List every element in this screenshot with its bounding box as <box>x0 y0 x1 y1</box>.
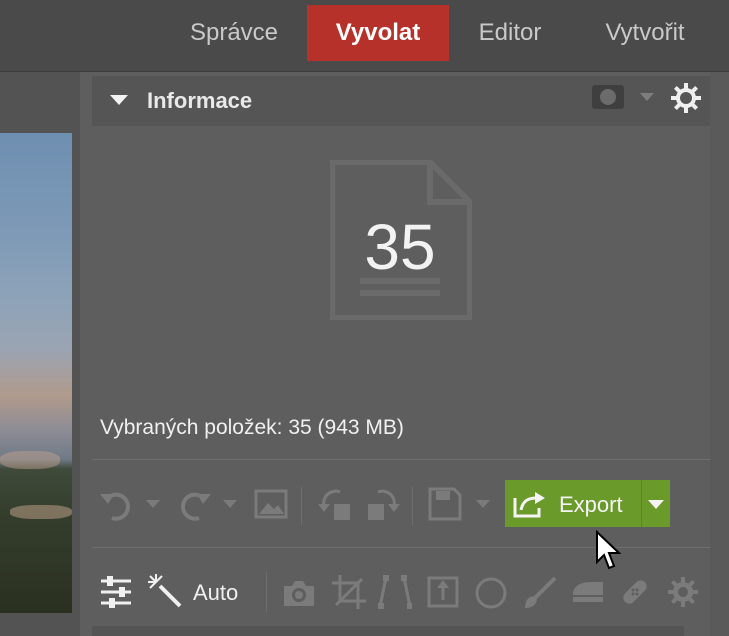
eraser-icon[interactable] <box>571 580 605 606</box>
circle-icon[interactable] <box>474 576 508 610</box>
bandage-icon[interactable] <box>617 574 653 610</box>
tab-vyvolat[interactable]: Vyvolat <box>307 5 449 61</box>
export-label: Export <box>559 492 623 517</box>
tab-vytvorit[interactable]: Vytvořit <box>585 5 705 61</box>
divider <box>92 459 710 460</box>
selected-count: 35 <box>364 211 436 283</box>
toolbar-separator <box>412 487 413 525</box>
collapse-arrow-icon[interactable] <box>110 95 128 105</box>
toolbar-separator <box>301 487 302 525</box>
export-icon <box>513 492 545 518</box>
panel-title: Informace <box>147 88 253 113</box>
tab-spravce[interactable]: Správce <box>172 5 296 61</box>
photo-thumbnail[interactable] <box>0 133 72 613</box>
mouse-cursor-icon <box>596 530 621 570</box>
rotate-left-icon[interactable] <box>318 486 354 522</box>
selection-summary: Vybraných položek: 35 (943 MB) <box>100 416 404 439</box>
photo-cloud <box>10 505 72 519</box>
crop-icon[interactable] <box>332 575 366 609</box>
chevron-down-icon[interactable] <box>640 93 654 101</box>
adjustments-icon[interactable] <box>99 575 133 609</box>
export-dropdown-button[interactable] <box>641 480 670 527</box>
image-icon[interactable] <box>254 489 288 519</box>
next-panel-header <box>92 626 684 636</box>
redo-dropdown-icon[interactable] <box>223 500 237 508</box>
magic-wand-icon[interactable] <box>148 574 184 610</box>
save-dropdown-icon[interactable] <box>476 500 490 508</box>
tab-editor[interactable]: Editor <box>460 5 560 61</box>
undo-dropdown-icon[interactable] <box>146 500 160 508</box>
photo-cloud <box>0 451 60 469</box>
camera-icon[interactable] <box>282 578 316 608</box>
perspective-icon[interactable] <box>378 574 412 610</box>
gear-icon[interactable] <box>670 82 702 114</box>
save-icon[interactable] <box>428 487 462 521</box>
straighten-icon[interactable] <box>427 576 459 608</box>
panel-scrollbar[interactable] <box>710 72 729 636</box>
redo-icon[interactable] <box>175 488 213 522</box>
brush-icon[interactable] <box>523 576 557 610</box>
gear-icon[interactable] <box>667 576 699 608</box>
rotate-right-icon[interactable] <box>364 486 400 522</box>
export-button[interactable]: Export <box>505 480 641 527</box>
auto-button[interactable]: Auto <box>193 580 238 606</box>
view-toggle-button[interactable] <box>592 85 624 109</box>
toolbar-separator <box>266 572 267 612</box>
undo-icon[interactable] <box>98 488 136 522</box>
